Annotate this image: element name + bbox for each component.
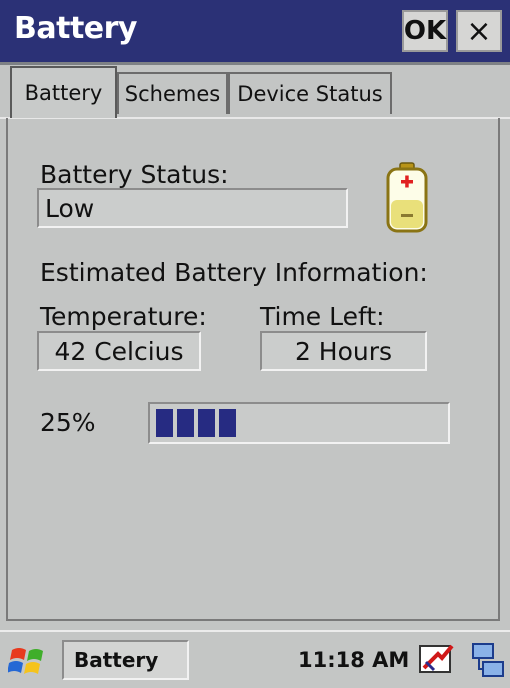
window-title: Battery: [14, 11, 138, 46]
charge-percent-label: 25%: [40, 408, 96, 437]
windows-flag-icon[interactable]: [8, 642, 48, 680]
temperature-field: 42 Celcius: [37, 331, 201, 371]
close-button[interactable]: ×: [456, 10, 502, 52]
battery-charge-progress-bar: [148, 402, 450, 444]
power-plug-icon[interactable]: [418, 642, 456, 678]
battery-low-icon: [386, 162, 428, 233]
connectivity-icon[interactable]: [471, 642, 505, 680]
progress-segment: [156, 409, 173, 437]
ok-button[interactable]: OK: [402, 10, 448, 52]
title-bar: Battery OK ×: [0, 0, 510, 65]
progress-segment: [177, 409, 194, 437]
battery-status-label: Battery Status:: [40, 160, 229, 189]
taskbar-app-button[interactable]: Battery: [62, 640, 189, 680]
progress-fill: [156, 409, 236, 437]
tab-schemes[interactable]: Schemes: [117, 72, 228, 114]
tab-battery[interactable]: Battery: [10, 66, 117, 118]
taskbar: Battery 11:18 AM: [0, 630, 510, 688]
temperature-label: Temperature:: [40, 302, 207, 331]
clock[interactable]: 11:18 AM: [298, 648, 409, 672]
tab-strip: Battery Schemes Device Status: [0, 64, 510, 119]
battery-status-field: Low: [37, 188, 348, 228]
tab-device-status[interactable]: Device Status: [228, 72, 392, 114]
time-left-field: 2 Hours: [260, 331, 427, 371]
time-left-label: Time Left:: [260, 302, 385, 331]
progress-segment: [198, 409, 215, 437]
estimated-info-heading: Estimated Battery Information:: [40, 258, 428, 287]
progress-segment: [219, 409, 236, 437]
